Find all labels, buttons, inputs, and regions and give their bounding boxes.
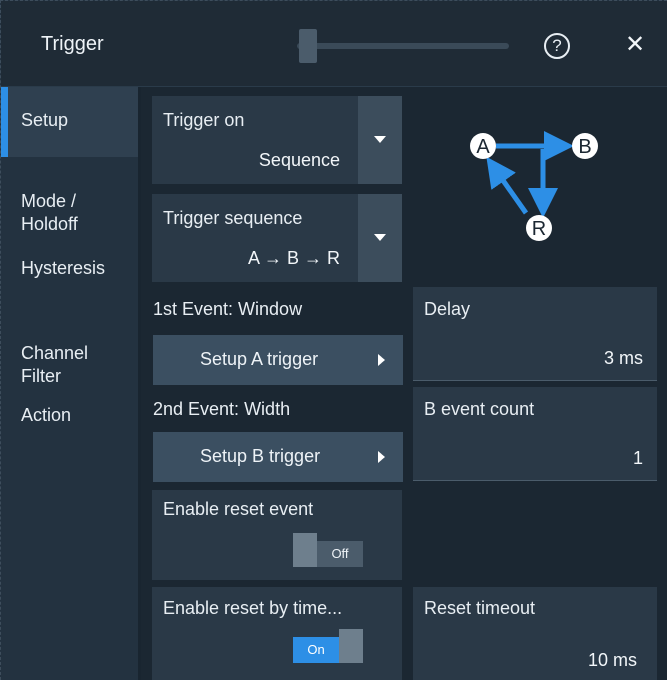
- enable-reset-timeout-panel: Enable reset by time... On: [152, 587, 402, 680]
- delay-value: 3 ms: [603, 348, 643, 368]
- chevron-right-icon: [378, 354, 385, 366]
- arrow-r-to-a: [486, 156, 529, 215]
- sidebar-item-label: Hysteresis: [21, 258, 106, 278]
- b-event-count-value: 1: [632, 448, 643, 468]
- transparency-slider-track[interactable]: [297, 43, 509, 49]
- event1-label: 1st Event: Window: [153, 299, 303, 319]
- setup-b-trigger-button[interactable]: Setup B trigger: [153, 432, 403, 482]
- sidebar-item-hysteresis[interactable]: Hysteresis: [1, 257, 138, 287]
- toggle-knob: [339, 629, 363, 663]
- trigger-on-dropdown-button[interactable]: [358, 96, 402, 184]
- setup-content: Trigger on Sequence Trigger sequence A →…: [141, 87, 667, 680]
- sidebar-item-label: Action: [21, 405, 72, 425]
- setup-b-trigger-label: Setup B trigger: [200, 446, 321, 466]
- reset-event-toggle[interactable]: Off: [293, 533, 365, 567]
- b-event-count-label: B event count: [424, 399, 535, 419]
- close-button[interactable]: ✕: [623, 33, 647, 58]
- trigger-on-dropdown[interactable]: Trigger on Sequence: [152, 96, 402, 184]
- trigger-sequence-dropdown-button[interactable]: [358, 194, 402, 282]
- sidebar-item-label: Channel Filter: [21, 343, 89, 386]
- setup-a-trigger-button[interactable]: Setup A trigger: [153, 335, 403, 385]
- transparency-slider-thumb[interactable]: [299, 29, 317, 63]
- dialog-title: Trigger: [41, 33, 104, 55]
- setup-a-trigger-label: Setup A trigger: [200, 349, 319, 369]
- chevron-down-icon: [374, 234, 386, 241]
- chevron-down-icon: [374, 136, 386, 143]
- event2-label: 2nd Event: Width: [153, 399, 291, 419]
- enable-reset-event-label: Enable reset event: [163, 499, 314, 519]
- toggle-knob: [293, 533, 317, 567]
- sidebar-item-label: Mode / Holdoff: [21, 191, 78, 234]
- chevron-right-icon: [378, 451, 385, 463]
- node-a: A: [470, 133, 496, 159]
- delay-label: Delay: [424, 299, 471, 319]
- node-b: B: [572, 133, 598, 159]
- toggle-state-on: On: [293, 637, 339, 663]
- node-r: R: [526, 215, 552, 241]
- sidebar-item-action[interactable]: Action: [1, 404, 138, 434]
- toggle-state-off: Off: [317, 541, 363, 567]
- reset-timeout-value: 10 ms: [587, 650, 637, 670]
- node-r-label: R: [532, 218, 546, 240]
- sequence-diagram: A B R: [470, 131, 598, 241]
- trigger-on-label: Trigger on: [163, 110, 245, 130]
- enable-reset-timeout-label: Enable reset by time...: [163, 598, 343, 618]
- b-event-count-field[interactable]: B event count 1: [413, 387, 657, 481]
- sidebar-item-mode-holdoff[interactable]: Mode / Holdoff: [1, 167, 138, 234]
- node-a-label: A: [476, 136, 490, 158]
- sidebar: Setup Mode / Holdoff Hysteresis Channel …: [1, 87, 138, 680]
- title-bar: Trigger ? ✕: [1, 1, 667, 87]
- node-b-label: B: [578, 136, 591, 158]
- help-button[interactable]: ?: [544, 33, 570, 59]
- trigger-sequence-value: A → B → R: [247, 248, 340, 268]
- enable-reset-event-panel: Enable reset event Off: [152, 490, 402, 580]
- trigger-sequence-dropdown[interactable]: Trigger sequence A → B → R: [152, 194, 402, 282]
- delay-field[interactable]: Delay 3 ms: [413, 287, 657, 381]
- reset-timeout-label: Reset timeout: [424, 598, 536, 618]
- sidebar-item-setup[interactable]: Setup: [1, 87, 138, 157]
- sidebar-item-label: Setup: [21, 110, 69, 130]
- reset-timeout-toggle[interactable]: On: [293, 629, 365, 663]
- trigger-on-value: Sequence: [258, 150, 340, 170]
- sidebar-item-channel-filter[interactable]: Channel Filter: [1, 319, 138, 386]
- trigger-sequence-label: Trigger sequence: [163, 208, 303, 228]
- reset-timeout-field[interactable]: Reset timeout 10 ms: [413, 587, 657, 680]
- trigger-dialog: Trigger ? ✕ Setup Mode / Holdoff Hystere…: [0, 0, 667, 680]
